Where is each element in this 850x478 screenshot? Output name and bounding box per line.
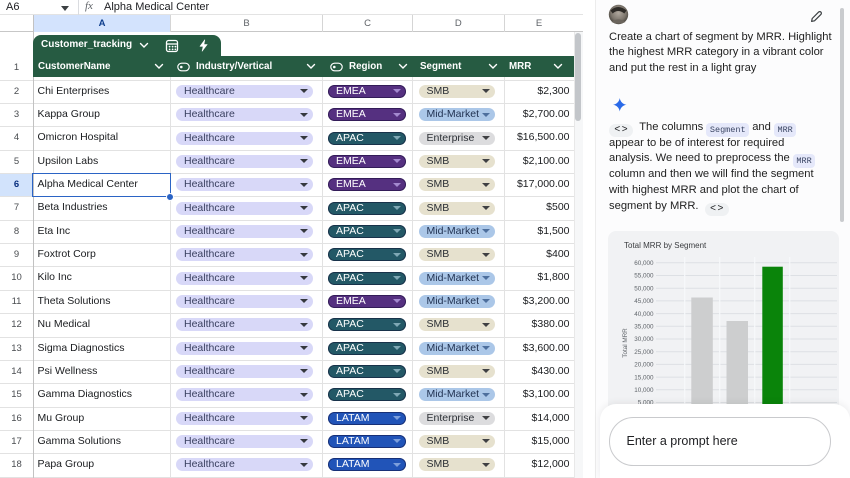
svg-text:55,000: 55,000 [634,272,654,279]
svg-text:25,000: 25,000 [634,348,654,355]
svg-text:35,000: 35,000 [634,323,654,330]
svg-text:20,000: 20,000 [634,361,654,368]
svg-text:60,000: 60,000 [634,260,654,267]
svg-text:30,000: 30,000 [634,336,654,343]
svg-text:Total MRR: Total MRR [622,327,629,357]
svg-text:50,000: 50,000 [634,285,654,292]
svg-text:45,000: 45,000 [634,298,654,305]
svg-text:10,000: 10,000 [634,387,654,394]
svg-text:40,000: 40,000 [634,310,654,317]
svg-text:15,000: 15,000 [634,374,654,381]
svg-text:Total MRR by Segment: Total MRR by Segment [624,241,707,250]
